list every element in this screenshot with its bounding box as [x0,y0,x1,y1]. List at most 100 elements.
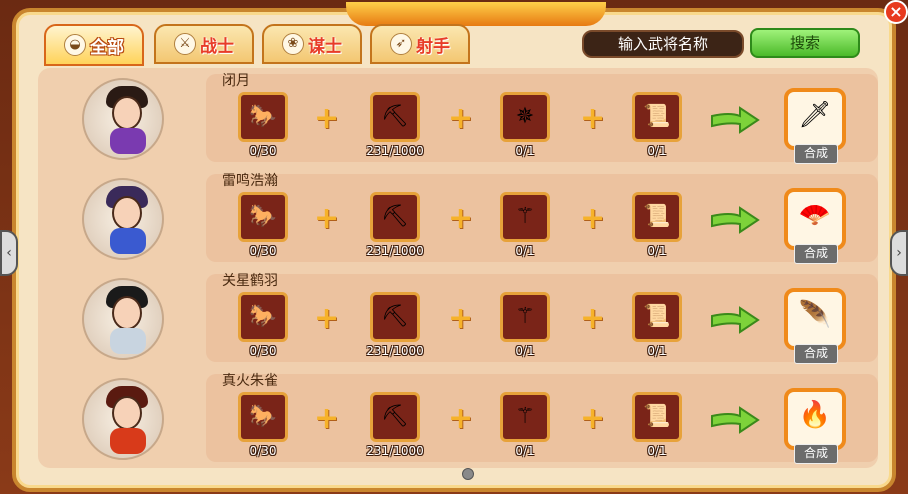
arrow-right-icon [711,206,760,234]
ingredient-slot[interactable]: 🐎 [238,192,288,242]
plus-icon: + [580,201,606,236]
crane-fan-icon: 🪶 [798,300,832,330]
ingredient-count: 0/30 [249,344,277,358]
hero-avatar [82,78,164,160]
golden-sword-scroll-icon: 📜 [643,104,671,129]
hero-avatar [82,178,164,260]
recipe-name: 雷鸣浩瀚 [222,173,278,189]
ingredient-count: 0/1 [647,144,667,158]
staff-icon: ⚚ [515,304,535,329]
recipe-list: 闭月 🐎 0/30 + ⛏ 231/1000 + ✵ 0/1 + 📜 0/1 🗡… [38,68,878,468]
fan-icon: ❀ [282,33,304,55]
ingredient-count: 231/1000 [366,144,424,158]
ingredient-count: 0/1 [647,344,667,358]
helmet-icon: ◒ [64,34,86,56]
staff-icon: ⚚ [515,404,535,429]
recipe-name: 真火朱雀 [222,373,278,389]
hero-avatar [82,278,164,360]
sword-icon: ⚔ [174,33,196,55]
red-horse-icon: 🐎 [249,404,277,429]
ingredient-slot[interactable]: 🐎 [238,92,288,142]
result-slot[interactable]: 🔥 [784,388,846,450]
feather-fan-scroll-icon: 📜 [643,204,671,229]
title-banner [346,2,606,26]
ingredient-count: 231/1000 [366,444,424,458]
ingredient-slot[interactable]: ⛏ [370,192,420,242]
ingredient-slot[interactable]: ⛏ [370,92,420,142]
recipe-row: 闭月 🐎 0/30 + ⛏ 231/1000 + ✵ 0/1 + 📜 0/1 🗡… [38,68,878,168]
plus-icon: + [448,101,474,136]
tab-warrior[interactable]: ⚔ 战士 [154,24,254,64]
plus-icon: + [580,401,606,436]
crane-fan-scroll-icon: 📜 [643,304,671,329]
ingredient-count: 0/30 [249,444,277,458]
hero-avatar [82,378,164,460]
search-input[interactable]: 输入武将名称 [582,30,744,58]
ingredient-count: 0/30 [249,144,277,158]
recipe-name: 闭月 [222,73,250,89]
ingredient-slot[interactable]: 🐎 [238,392,288,442]
iron-ore-icon: ⛏ [381,104,409,129]
golden-sword-icon: 🗡 [798,100,832,130]
tab-label: 全部 [90,37,124,58]
ingredient-slot[interactable]: ⛏ [370,292,420,342]
plus-icon: + [580,301,606,336]
tab-all[interactable]: ◒ 全部 [44,24,144,66]
arrow-right-icon [711,406,760,434]
ingredient-slot[interactable]: 🐎 [238,292,288,342]
ingredient-slot[interactable]: ✵ [500,92,550,142]
plus-icon: + [448,201,474,236]
plus-icon: + [448,301,474,336]
plus-icon: + [314,301,340,336]
red-horse-icon: 🐎 [249,204,277,229]
iron-ore-icon: ⛏ [381,304,409,329]
result-slot[interactable]: 🪭 [784,188,846,250]
tab-archer[interactable]: ➶ 射手 [370,24,470,64]
ingredient-slot[interactable]: 📜 [632,292,682,342]
phoenix-fan-icon: 🔥 [798,400,832,430]
tab-strategist[interactable]: ❀ 谋士 [262,24,362,64]
ingredient-count: 0/30 [249,244,277,258]
ingredient-count: 0/1 [515,244,535,258]
red-horse-icon: 🐎 [249,304,277,329]
result-slot[interactable]: 🗡 [784,88,846,150]
search-button[interactable]: 搜索 [750,28,860,58]
recipe-name: 关星鹤羽 [222,273,278,289]
prev-page-arrow[interactable]: ‹ [0,230,18,276]
result-slot[interactable]: 🪶 [784,288,846,350]
recipe-row: 雷鸣浩瀚 🐎 0/30 + ⛏ 231/1000 + ⚚ 0/1 + 📜 0/1… [38,168,878,268]
feather-fan-icon: 🪭 [798,200,832,230]
plus-icon: + [448,401,474,436]
ingredient-slot[interactable]: ⚚ [500,292,550,342]
iron-ore-icon: ⛏ [381,204,409,229]
ingredient-slot[interactable]: 📜 [632,192,682,242]
ingredient-slot[interactable]: ⛏ [370,392,420,442]
plus-icon: + [314,401,340,436]
ingredient-count: 0/1 [515,144,535,158]
arrow-right-icon [711,106,760,134]
arrow-right-icon [711,306,760,334]
plus-icon: + [314,201,340,236]
craft-button[interactable]: 合成 [794,444,838,464]
ingredient-slot[interactable]: 📜 [632,92,682,142]
tab-label: 射手 [416,36,450,57]
throwing-blade-icon: ✵ [515,104,535,129]
ingredient-slot[interactable]: 📜 [632,392,682,442]
ingredient-slot[interactable]: ⚚ [500,392,550,442]
next-page-arrow[interactable]: › [890,230,908,276]
tab-label: 谋士 [308,36,342,57]
ingredient-count: 231/1000 [366,344,424,358]
bow-icon: ➶ [390,33,412,55]
phoenix-fan-scroll-icon: 📜 [643,404,671,429]
craft-button[interactable]: 合成 [794,144,838,164]
craft-button[interactable]: 合成 [794,244,838,264]
recipe-row: 真火朱雀 🐎 0/30 + ⛏ 231/1000 + ⚚ 0/1 + 📜 0/1… [38,368,878,468]
page-indicator-dot [462,468,474,480]
iron-ore-icon: ⛏ [381,404,409,429]
ingredient-slot[interactable]: ⚚ [500,192,550,242]
plus-icon: + [314,101,340,136]
close-button[interactable]: × [884,0,908,24]
ingredient-count: 231/1000 [366,244,424,258]
ingredient-count: 0/1 [515,444,535,458]
craft-button[interactable]: 合成 [794,344,838,364]
